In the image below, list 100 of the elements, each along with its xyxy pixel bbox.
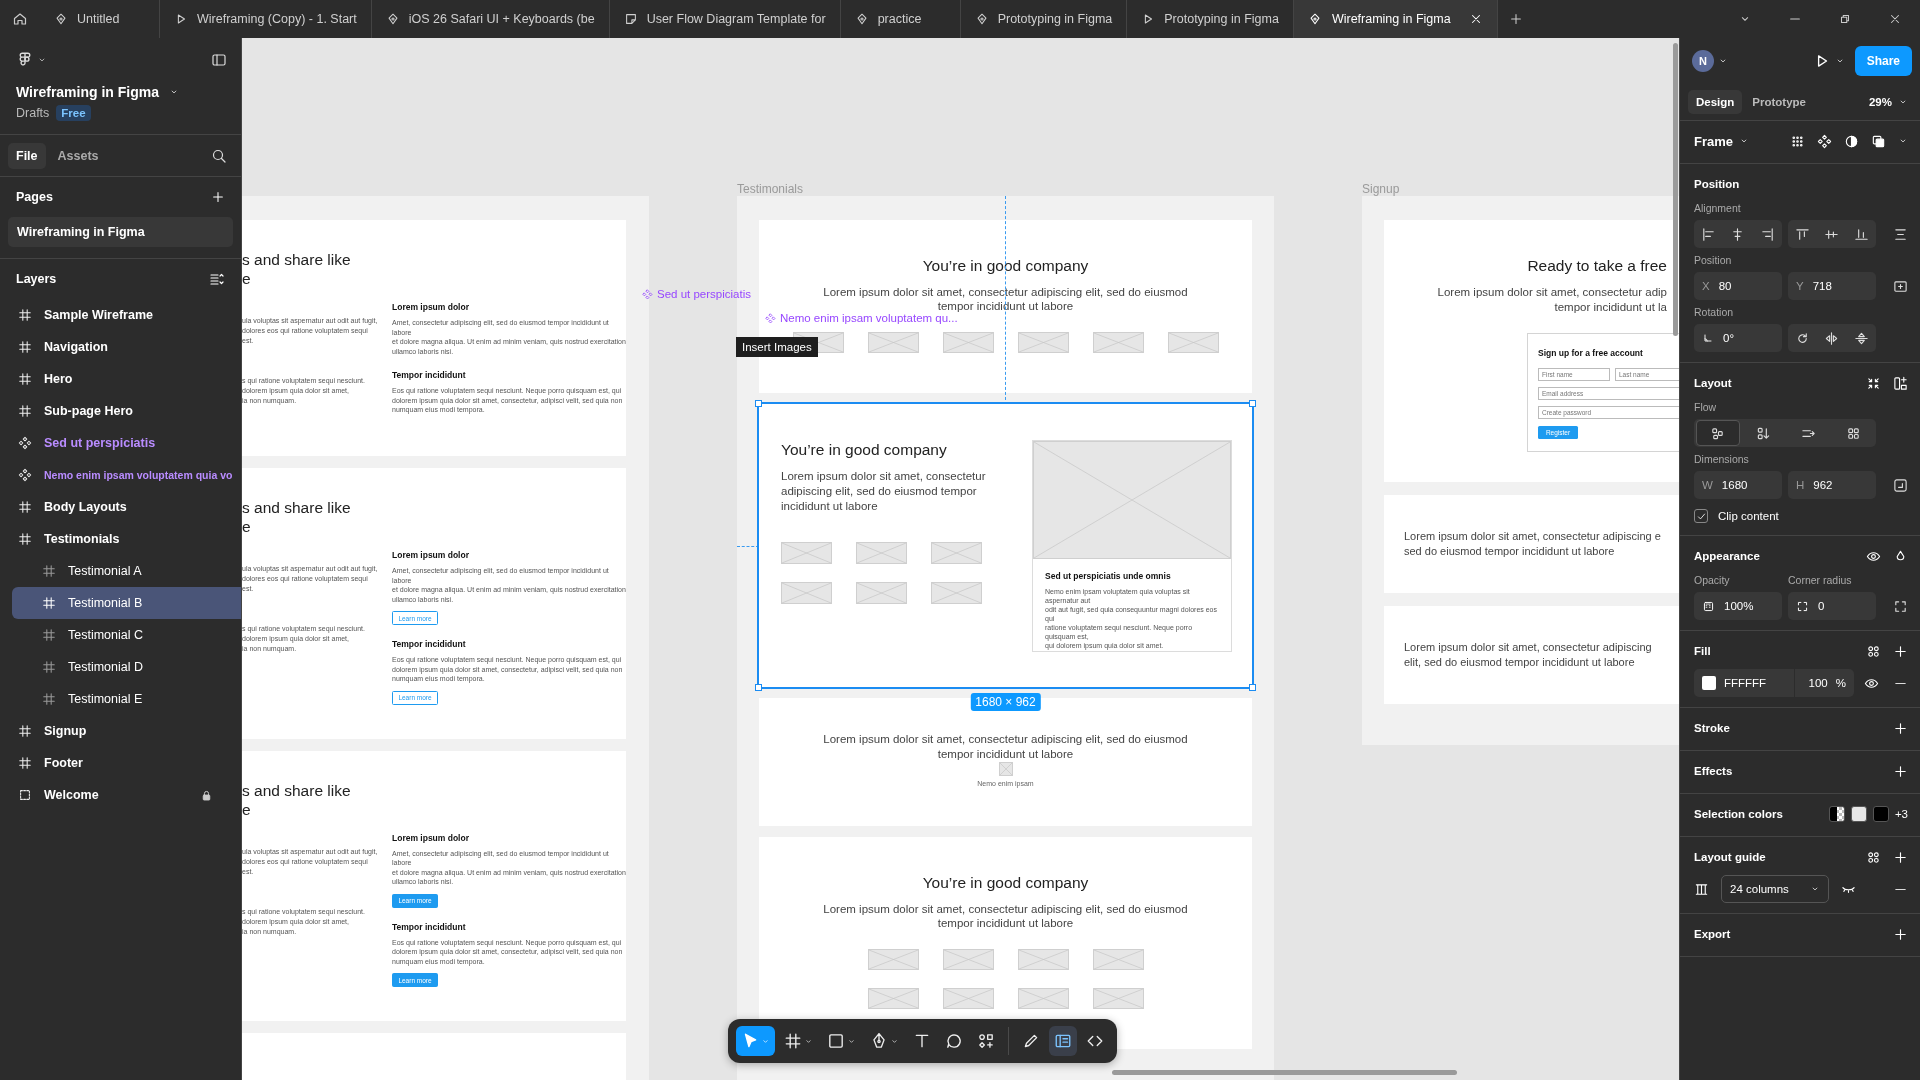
layer-row[interactable]: Nemo enim ipsam voluptatem quia vo <box>0 459 241 491</box>
card-paragraph: Lorem ipsum dolor sit amet, consectetur adipiscing elit, sed do eiusmod tempor incididunt ut labore <box>781 469 986 514</box>
sidebar-toggle-icon[interactable] <box>211 52 227 68</box>
checkbox[interactable] <box>1694 509 1708 523</box>
boolean-icon[interactable] <box>1871 133 1886 149</box>
card-paragraph: Lorem ipsum dolor sit amet, consectetur adipiscing elit, sed do eiusmod tempor incididunt ut labore <box>823 285 1188 313</box>
height-field[interactable]: H 962 <box>1788 471 1876 499</box>
flip-vertical-icon[interactable] <box>1853 330 1869 346</box>
layer-row[interactable]: Testimonial C <box>0 619 241 651</box>
frame-icon <box>42 692 56 706</box>
add-icon[interactable] <box>1893 763 1908 779</box>
constraints-icon[interactable] <box>1893 278 1908 294</box>
mode-button[interactable] <box>1049 1026 1077 1056</box>
resize-handle[interactable] <box>755 684 762 691</box>
layer-row[interactable]: Welcome <box>0 779 241 811</box>
user-avatar[interactable]: N <box>1692 50 1714 72</box>
frame-icon <box>18 724 32 738</box>
add-icon[interactable] <box>1893 643 1908 659</box>
distribute-icon[interactable] <box>1893 226 1908 242</box>
width-field[interactable]: W 1680 <box>1694 471 1782 499</box>
layer-row[interactable]: Testimonial B <box>12 587 241 619</box>
rotation-field[interactable]: 0° <box>1694 324 1782 352</box>
close-icon[interactable] <box>1888 12 1902 26</box>
new-tab-icon[interactable] <box>1508 12 1523 26</box>
lock-icon[interactable] <box>200 788 213 802</box>
pencil-icon <box>1022 1032 1040 1050</box>
image-placeholder <box>781 582 832 604</box>
align-top-icon[interactable] <box>1795 226 1811 242</box>
grid-icon[interactable] <box>1790 133 1805 149</box>
align-right-icon[interactable] <box>1759 226 1775 242</box>
color-swatch[interactable] <box>1828 806 1845 822</box>
layer-row[interactable]: Hero <box>0 363 241 395</box>
y-field[interactable]: Y 718 <box>1788 272 1876 300</box>
align-left-icon[interactable] <box>1701 226 1717 242</box>
section-title: Appearance <box>1694 550 1760 562</box>
panel-tab[interactable]: Design <box>1688 90 1743 114</box>
page-item[interactable]: Wireframing in Figma <box>8 217 233 247</box>
tool-button[interactable] <box>736 1026 775 1056</box>
panel-tab[interactable]: File <box>8 142 46 169</box>
layer-row[interactable]: Footer <box>0 747 241 779</box>
scrollbar[interactable] <box>1112 1070 1457 1075</box>
text-tool-icon <box>913 1032 931 1050</box>
collapse-layers-icon[interactable] <box>209 271 225 287</box>
flow-option[interactable] <box>1695 420 1740 446</box>
scrollbar[interactable] <box>1673 43 1678 336</box>
color-swatch <box>1702 676 1716 690</box>
shrink-icon[interactable] <box>1866 375 1881 391</box>
add-icon[interactable] <box>1893 926 1908 942</box>
angle-icon <box>1702 332 1714 344</box>
layer-row[interactable]: Navigation <box>0 331 241 363</box>
layer-row[interactable]: Testimonial E <box>0 683 241 715</box>
x-field[interactable]: X 80 <box>1694 272 1782 300</box>
resize-handle[interactable] <box>1249 684 1256 691</box>
add-page-icon[interactable] <box>211 190 225 204</box>
layer-row[interactable]: Body Layouts <box>0 491 241 523</box>
radius-field[interactable]: 0 <box>1788 592 1876 620</box>
home-icon[interactable] <box>12 11 28 27</box>
grid-dropdown[interactable]: 24 columns <box>1721 875 1829 903</box>
add-icon[interactable] <box>1893 849 1908 865</box>
avatar-placeholder <box>998 762 1013 776</box>
styles-icon[interactable] <box>1866 643 1881 659</box>
resize-icon[interactable] <box>1893 477 1908 493</box>
opacity-field[interactable]: 100% <box>1694 592 1782 620</box>
document-tab[interactable]: Wireframing in Figma <box>1293 0 1498 38</box>
zoom-menu[interactable]: 29% <box>1868 96 1912 108</box>
panel-tab[interactable]: Assets <box>49 142 107 169</box>
component-icon[interactable] <box>1817 133 1832 149</box>
resize-handle[interactable] <box>755 400 762 407</box>
layer-row[interactable]: Testimonial D <box>0 651 241 683</box>
layer-row[interactable]: Testimonial A <box>0 555 241 587</box>
frame-icon <box>18 308 32 322</box>
card-heading: You’re in good company <box>921 873 1090 892</box>
flip-horizontal-icon[interactable] <box>1824 330 1840 346</box>
layer-row[interactable]: Testimonials <box>0 523 241 555</box>
styles-icon[interactable] <box>1866 849 1881 865</box>
contrast-icon[interactable] <box>1844 133 1859 149</box>
layer-row[interactable]: Sub-page Hero <box>0 395 241 427</box>
auto-layout-icon[interactable] <box>1893 375 1908 391</box>
image-placeholder <box>1017 949 1069 970</box>
field-caption: Opacity <box>1694 574 1731 586</box>
frame-icon <box>42 660 56 674</box>
align-bottom-icon[interactable] <box>1853 226 1869 242</box>
add-icon[interactable] <box>1893 720 1908 736</box>
fill-field[interactable]: FFFFFF 100 % <box>1694 669 1854 697</box>
layer-row[interactable]: Sed ut perspiciatis <box>0 427 241 459</box>
resize-handle[interactable] <box>1249 400 1256 407</box>
layer-type-menu[interactable]: Frame <box>1694 133 1750 149</box>
panel-tab[interactable]: Prototype <box>1744 90 1814 114</box>
color-swatch[interactable] <box>1850 806 1867 822</box>
corners-icon[interactable] <box>1893 598 1908 614</box>
rectangle-icon <box>827 1032 845 1050</box>
color-swatch[interactable] <box>1872 806 1889 822</box>
item-title: Lorem ipsum dolor <box>392 550 470 561</box>
dashed-square-icon <box>18 788 32 802</box>
testimonial-card[interactable]: You’re in good company Lorem ipsum dolor sit amet, consectetur adipiscing elit, sed do eiusmod tempor incididunt ut labore <box>759 837 1252 1049</box>
restore-icon[interactable] <box>1838 12 1852 26</box>
layer-row[interactable]: Sample Wireframe <box>0 299 241 331</box>
image-placeholder <box>1092 332 1144 353</box>
search-icon[interactable] <box>211 147 227 164</box>
layer-row[interactable]: Signup <box>0 715 241 747</box>
